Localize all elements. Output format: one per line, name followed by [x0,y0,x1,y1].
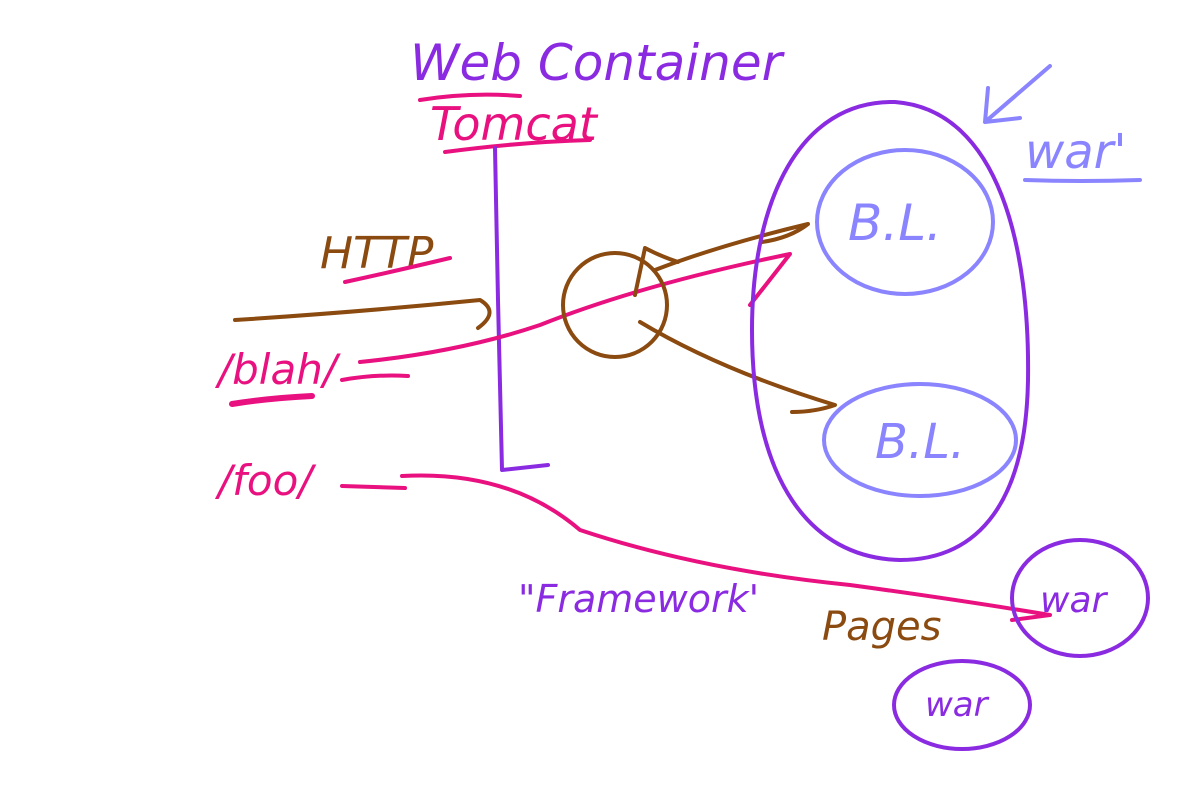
war-bottom-label: war [925,685,990,725]
blah-path-label: /blah/ [214,345,341,394]
foo-path-label: /foo/ [214,456,316,505]
whiteboard-canvas: Web Container Tomcat HTTP /blah/ /foo/ B… [214,34,1150,751]
web-container-label: Web Container [410,34,786,92]
foo-dash [340,484,407,490]
http-label: HTTP [320,228,434,279]
dispatch-arrow-bottom [638,320,837,414]
http-arrow [233,298,492,330]
pages-label: Pages [822,604,941,650]
business-logic-label-bottom: B.L. [875,414,965,470]
war-annotation-arrow [983,64,1052,124]
war-annotation-label: war' [1025,124,1127,180]
business-logic-label-top: B.L. [848,194,942,252]
blah-underline [229,393,315,407]
dispatcher-circle [561,251,669,359]
war-container-ellipse [750,99,1031,562]
container-boundary-line [493,146,550,472]
blah-tilde [340,373,410,382]
framework-label: "Framework' [518,577,759,621]
war-annotation-underline [1023,178,1142,183]
war-right-label: war [1040,580,1109,621]
